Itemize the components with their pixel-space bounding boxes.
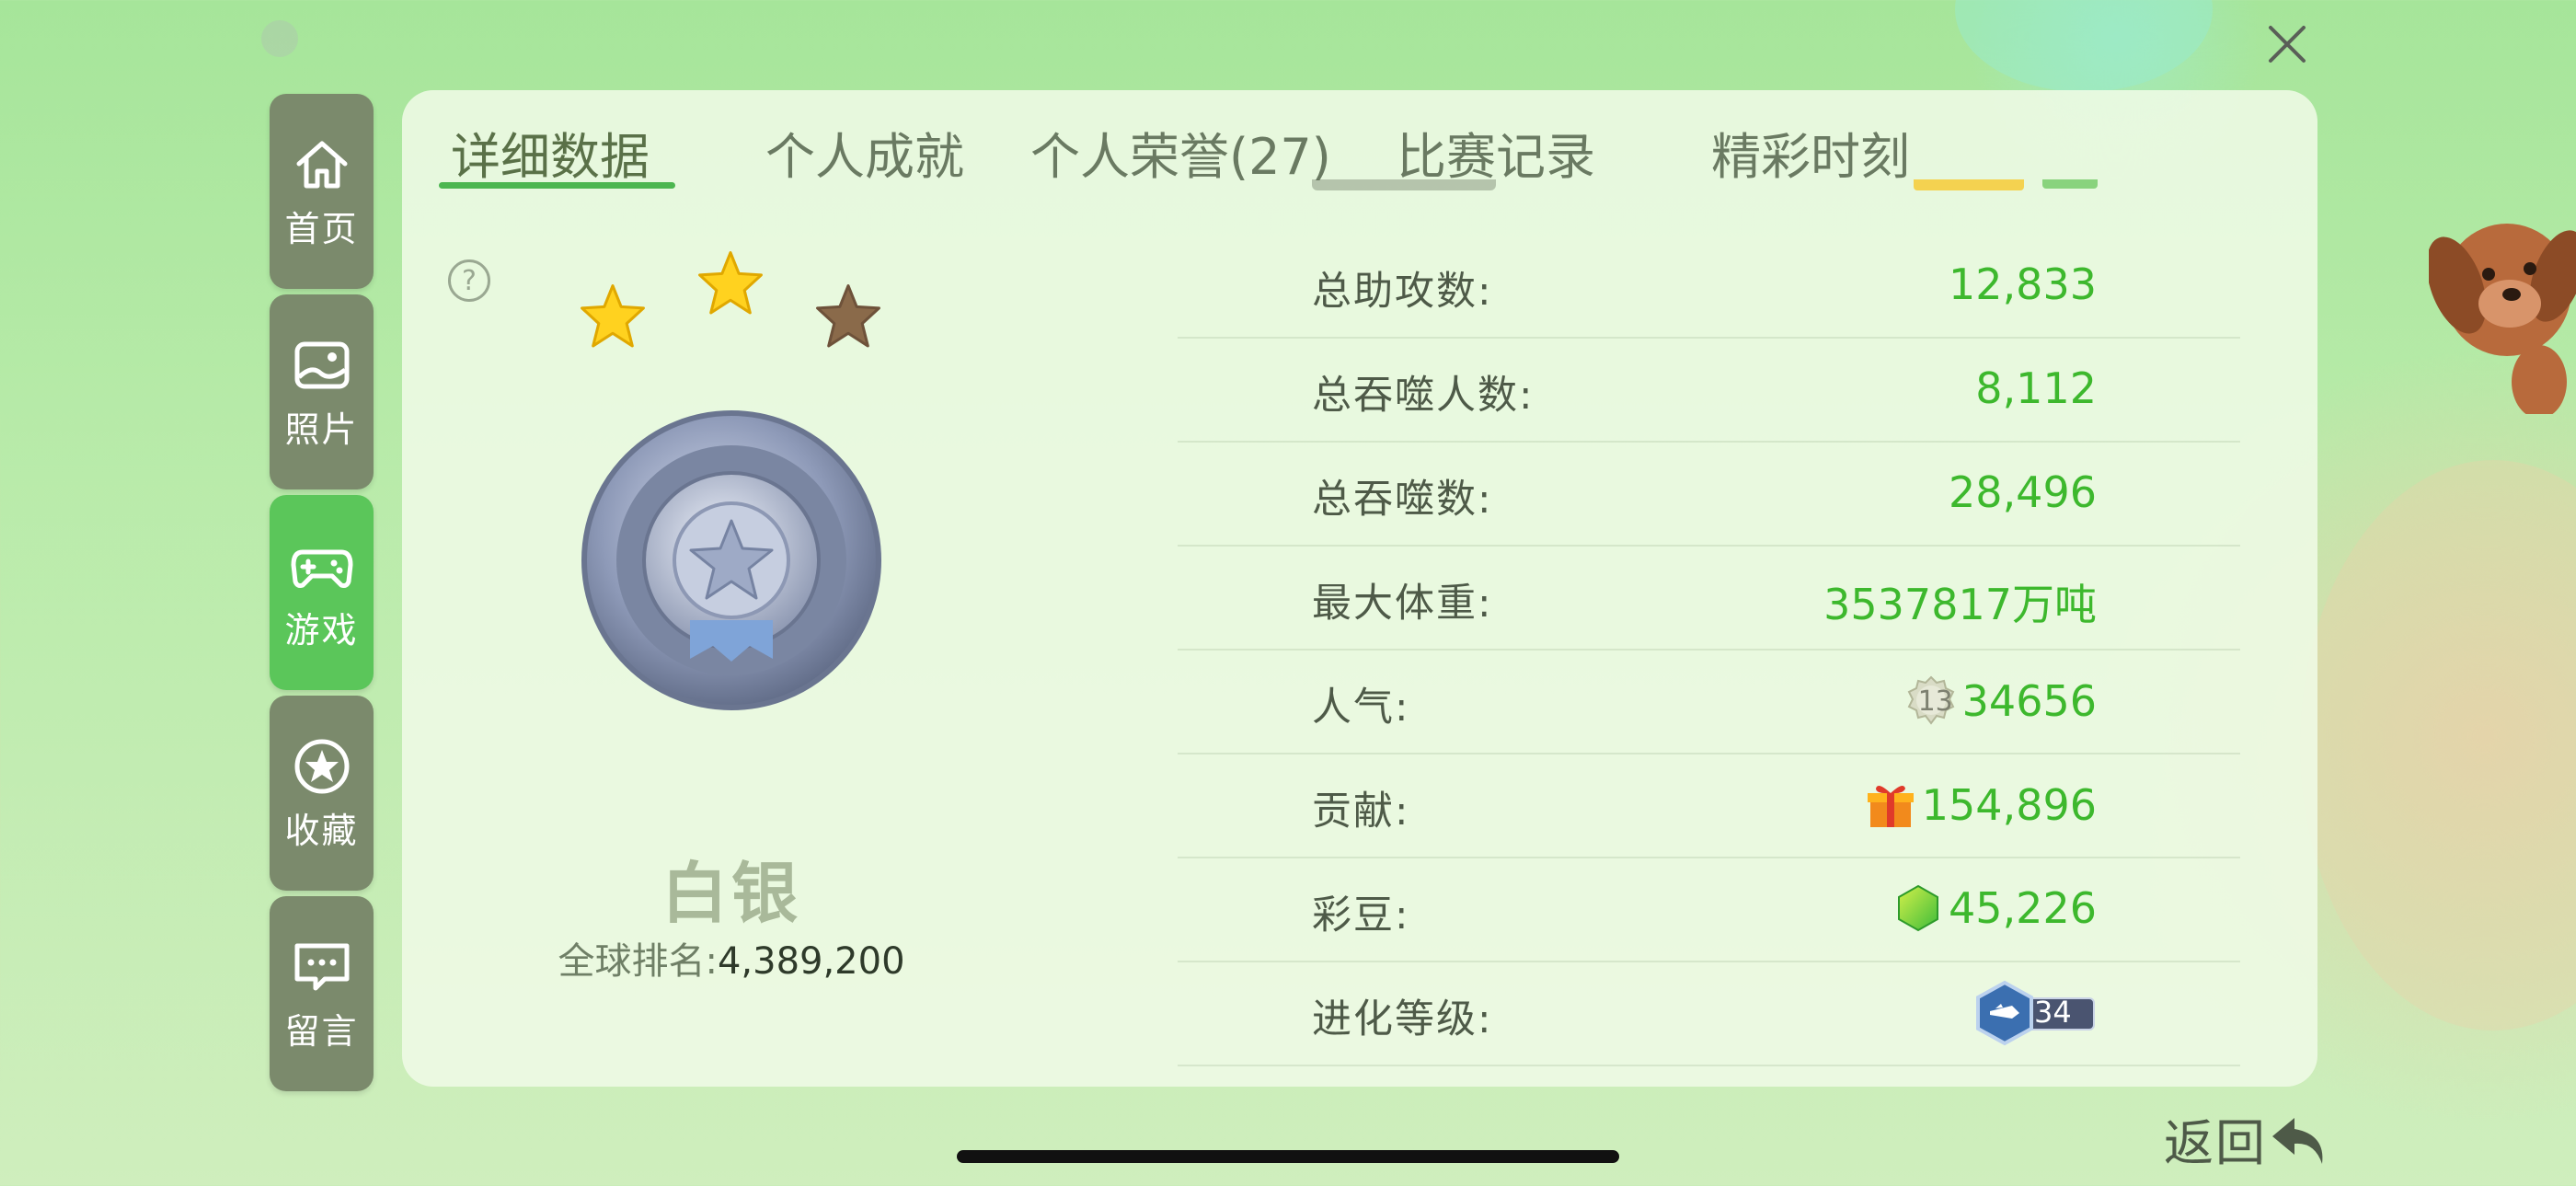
stat-label: 贡献: xyxy=(1312,789,1410,835)
stat-value-text: 34656 xyxy=(1961,676,2097,726)
stat-row: 总助攻数: 12,833 xyxy=(1178,234,2240,339)
gamepad-icon xyxy=(291,549,352,588)
back-label: 返回 xyxy=(2164,1114,2267,1172)
tab-detail-data[interactable]: 详细数据 xyxy=(451,116,650,189)
home-indicator[interactable] xyxy=(957,1150,1619,1163)
home-icon xyxy=(296,141,347,188)
sidebar-item-label: 游戏 xyxy=(284,609,359,651)
stat-label: 彩豆: xyxy=(1312,892,1410,938)
stat-label: 人气: xyxy=(1312,685,1410,731)
evolution-level-badge: 34 xyxy=(1972,980,2097,1046)
tab-match-records[interactable]: 比赛记录 xyxy=(1397,116,1595,189)
stat-value: 34 xyxy=(1972,980,2097,1046)
close-icon[interactable] xyxy=(2265,22,2309,66)
stat-row: 人气: 13 34656 xyxy=(1178,650,2240,754)
stat-row: 总吞噬数: 28,496 xyxy=(1178,442,2240,547)
gift-icon xyxy=(1867,785,1914,827)
stat-value: 12,833 xyxy=(1949,259,2097,309)
stat-value-text: 12,833 xyxy=(1949,259,2097,309)
stat-value-text: 3537817万吨 xyxy=(1823,580,2097,629)
rank-star-filled-icon xyxy=(698,251,763,315)
help-icon[interactable]: ? xyxy=(448,259,490,302)
stat-label: 进化等级: xyxy=(1312,996,1493,1042)
stat-value: 13 34656 xyxy=(1905,675,2097,727)
stat-value: 28,496 xyxy=(1949,467,2097,517)
stat-value: 8,112 xyxy=(1975,363,2097,413)
bean-icon xyxy=(1898,884,1939,932)
dog-mascot-icon xyxy=(2429,224,2576,414)
back-arrow-icon xyxy=(2272,1117,2323,1164)
popularity-level-text: 13 xyxy=(1917,685,1953,718)
background-blob xyxy=(2300,460,2576,1031)
message-icon xyxy=(294,943,349,990)
stat-row: 最大体重: 3537817万吨 xyxy=(1178,546,2240,651)
background-blob xyxy=(1955,0,2213,92)
sidebar-item-message[interactable]: 留言 xyxy=(270,896,374,1091)
rank-title: 白银 xyxy=(661,855,801,932)
back-button[interactable]: 返回 xyxy=(2164,1102,2331,1175)
rank-star-filled-icon xyxy=(581,284,645,348)
stat-label: 最大体重: xyxy=(1312,581,1493,627)
photo-icon xyxy=(294,341,349,388)
stat-value: 3537817万吨 xyxy=(1823,571,2097,632)
evolution-level-text: 34 xyxy=(2034,995,2072,1030)
sidebar-item-label: 首页 xyxy=(284,208,359,249)
global-rank-label: 全球排名: xyxy=(558,940,718,983)
sidebar-item-label: 照片 xyxy=(284,409,359,450)
stat-label: 总吞噬人数: xyxy=(1312,373,1535,419)
stat-row: 总吞噬人数: 8,112 xyxy=(1178,338,2240,443)
global-rank-value: 4,389,200 xyxy=(717,940,905,983)
sidebar-item-label: 收藏 xyxy=(284,810,359,851)
stat-value-text: 154,896 xyxy=(1921,780,2097,830)
evolution-icon xyxy=(1976,980,2033,1046)
stat-label: 总助攻数: xyxy=(1312,269,1493,315)
silver-rank-medal-icon xyxy=(581,410,881,710)
stat-value: 154,896 xyxy=(1865,779,2097,831)
stat-row: 进化等级: 34 xyxy=(1178,961,2240,1066)
sidebar-item-photo[interactable]: 照片 xyxy=(270,294,374,489)
stat-row: 贡献: 154,896 xyxy=(1178,754,2240,858)
sidebar-item-game[interactable]: 游戏 xyxy=(270,495,374,690)
stat-value-text: 45,226 xyxy=(1949,883,2097,933)
tab-honors[interactable]: 个人荣誉(27) xyxy=(1030,116,1331,189)
sidebar-item-label: 留言 xyxy=(284,1010,359,1052)
active-tab-indicator xyxy=(439,182,675,189)
tab-highlights[interactable]: 精彩时刻 xyxy=(1711,116,1910,189)
scrolled-row-partial xyxy=(1178,179,2240,235)
stat-value-text: 28,496 xyxy=(1949,467,2097,517)
background-blob xyxy=(261,20,298,57)
sidebar-item-home[interactable]: 首页 xyxy=(270,94,374,289)
star-icon xyxy=(294,739,349,793)
stat-value: 45,226 xyxy=(1893,883,2097,933)
stat-value-text: 8,112 xyxy=(1975,363,2097,413)
tab-achievements[interactable]: 个人成就 xyxy=(765,116,964,189)
stat-row: 彩豆: 45,226 xyxy=(1178,858,2240,962)
rank-star-empty-icon xyxy=(816,284,880,348)
stat-label: 总吞噬数: xyxy=(1312,477,1493,523)
sidebar-item-favorites[interactable]: 收藏 xyxy=(270,696,374,891)
global-rank: 全球排名:4,389,200 xyxy=(497,931,966,984)
